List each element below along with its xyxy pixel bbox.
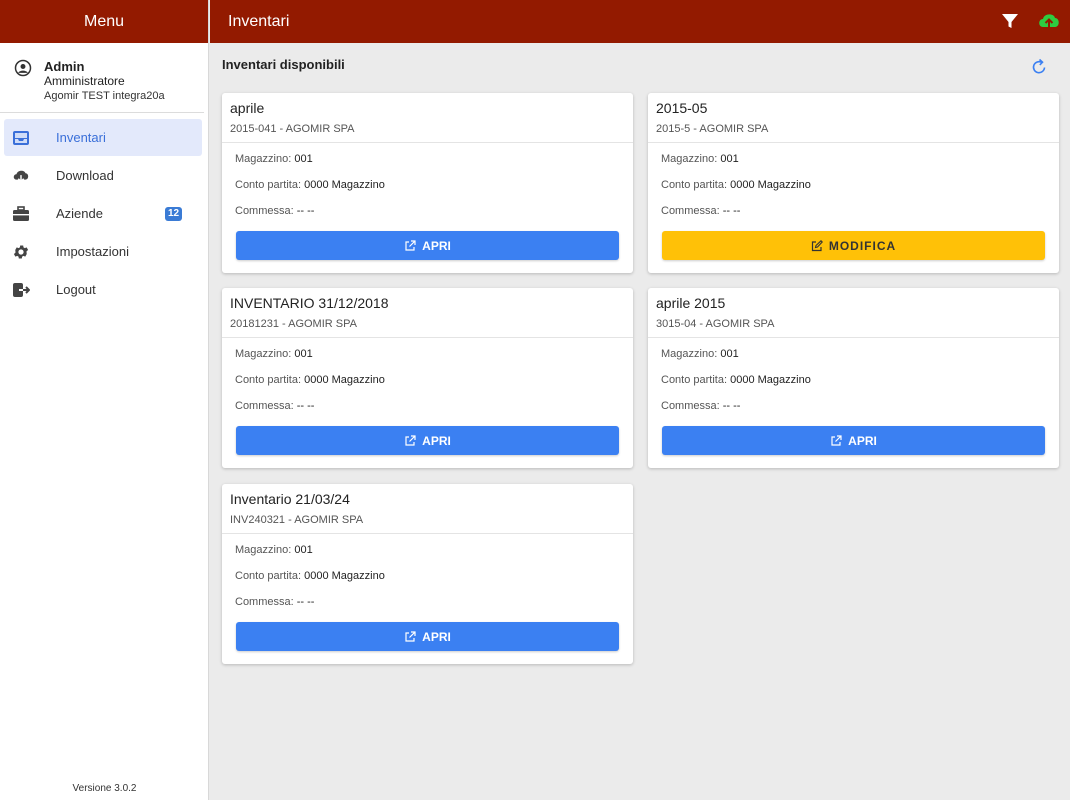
inventory-card: 2015-05 2015-5 - AGOMIR SPA Magazzino: 0… [648,93,1059,273]
card-commessa: Commessa: -- -- [661,400,741,412]
logout-icon [12,281,30,299]
card-title: aprile [230,100,265,116]
button-label: APRI [422,629,451,644]
open-button[interactable]: APRI [236,622,619,651]
card-divider [222,533,633,534]
open-button[interactable]: APRI [236,231,619,260]
sidebar-item-download[interactable]: Download [4,157,202,194]
external-link-icon [831,434,842,446]
sidebar-nav: Inventari Download Aziende 12 Impostazio… [0,119,208,308]
card-magazzino: Magazzino: 001 [661,348,739,360]
count-badge: 12 [165,206,183,221]
card-magazzino: Magazzino: 001 [661,153,739,165]
app-version: Versione 3.0.2 [72,783,137,794]
main-content: Inventari disponibili aprile 2015-041 - … [210,43,1070,800]
card-subtitle: 2015-5 - AGOMIR SPA [656,123,769,135]
open-button[interactable]: APRI [236,426,619,455]
open-button[interactable]: APRI [662,426,1045,455]
edit-icon [811,239,823,251]
card-commessa: Commessa: -- -- [661,205,741,217]
external-link-icon [405,434,416,446]
sidebar-item-label: Impostazioni [56,244,129,259]
card-conto: Conto partita: 0000 Magazzino [661,179,811,191]
card-title: INVENTARIO 31/12/2018 [230,295,389,311]
card-commessa: Commessa: -- -- [235,205,315,217]
card-conto: Conto partita: 0000 Magazzino [235,570,385,582]
sidebar-item-logout[interactable]: Logout [4,271,202,308]
card-commessa: Commessa: -- -- [235,596,315,608]
filter-icon[interactable] [1000,11,1020,31]
external-link-icon [405,239,416,251]
sidebar-item-impostazioni[interactable]: Impostazioni [4,233,202,270]
card-magazzino: Magazzino: 001 [235,348,313,360]
card-subtitle: INV240321 - AGOMIR SPA [230,514,364,526]
sidebar-item-label: Download [56,168,114,183]
gear-icon [12,243,30,261]
inventory-card: aprile 2015-041 - AGOMIR SPA Magazzino: … [222,93,633,273]
inventory-card: Inventario 21/03/24 INV240321 - AGOMIR S… [222,484,633,664]
card-title: 2015-05 [656,100,708,116]
card-conto: Conto partita: 0000 Magazzino [661,374,811,386]
inbox-icon [12,129,30,147]
card-divider [648,337,1059,338]
button-label: APRI [422,238,451,253]
card-title: aprile 2015 [656,295,726,311]
user-name: Admin [44,59,85,74]
card-subtitle: 20181231 - AGOMIR SPA [230,318,357,330]
sidebar-item-inventari[interactable]: Inventari [4,119,202,156]
inventory-card: aprile 2015 3015-04 - AGOMIR SPA Magazzi… [648,288,1059,468]
cloud-download-icon [12,167,30,185]
external-link-icon [405,630,416,642]
card-subtitle: 2015-041 - AGOMIR SPA [230,123,355,135]
sidebar: Menu Admin Amministratore Agomir TEST in… [0,0,209,800]
section-title: Inventari disponibili [222,57,345,72]
card-magazzino: Magazzino: 001 [235,544,313,556]
button-label: APRI [848,433,877,448]
sidebar-item-aziende[interactable]: Aziende 12 [4,195,202,232]
refresh-icon[interactable] [1029,57,1049,77]
card-magazzino: Magazzino: 001 [235,153,313,165]
button-label: APRI [422,433,451,448]
sidebar-item-label: Logout [56,282,96,297]
top-bar: Inventari [210,0,1070,43]
user-profile: Admin Amministratore Agomir TEST integra… [0,43,204,113]
user-circle-icon [14,59,32,77]
card-commessa: Commessa: -- -- [235,400,315,412]
sidebar-header: Menu [0,0,208,43]
inventory-card: INVENTARIO 31/12/2018 20181231 - AGOMIR … [222,288,633,468]
sidebar-title: Menu [83,12,125,30]
card-divider [648,142,1059,143]
card-divider [222,142,633,143]
sidebar-item-label: Aziende [56,206,103,221]
user-role: Amministratore [44,74,125,88]
card-divider [222,337,633,338]
card-subtitle: 3015-04 - AGOMIR SPA [656,318,775,330]
card-conto: Conto partita: 0000 Magazzino [235,374,385,386]
card-title: Inventario 21/03/24 [230,491,350,507]
briefcase-icon [12,205,30,223]
card-conto: Conto partita: 0000 Magazzino [235,179,385,191]
cloud-upload-icon[interactable] [1037,10,1061,32]
edit-button[interactable]: MODIFICA [662,231,1045,260]
sidebar-item-label: Inventari [56,130,106,145]
page-title: Inventari [228,12,290,30]
button-label: MODIFICA [828,238,897,253]
user-company: Agomir TEST integra20a [44,90,165,102]
